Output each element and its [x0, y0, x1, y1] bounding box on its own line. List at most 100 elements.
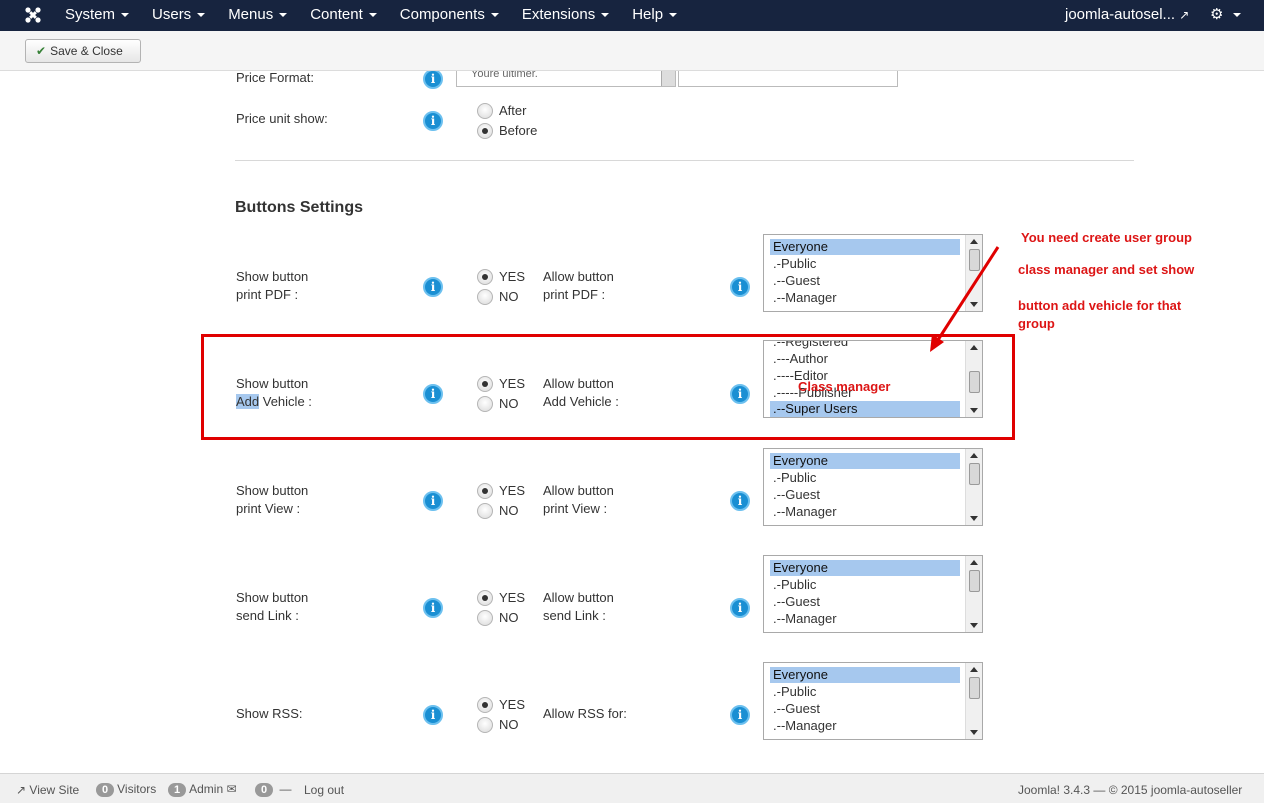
scroll-thumb[interactable] — [969, 677, 980, 699]
allow-print-view-label-2: print View : — [543, 501, 608, 516]
messages-count-badge: 0 — [255, 783, 274, 797]
visitors-status: 0 Visitors — [96, 782, 156, 797]
external-link-icon: ↗ — [1179, 8, 1190, 22]
show-send-link-label-1: Show button — [236, 590, 309, 605]
scroll-down-icon[interactable] — [970, 516, 978, 521]
save-close-label: Save & Close — [50, 44, 123, 58]
menu-content[interactable]: Content — [298, 0, 388, 31]
send-link-yes-radio[interactable] — [477, 590, 493, 606]
annotation-line-4: group — [1018, 316, 1055, 331]
print-view-yes-radio[interactable] — [477, 483, 493, 499]
menu-menus[interactable]: Menus — [216, 0, 298, 31]
list-item[interactable]: Everyone — [770, 667, 960, 683]
print-pdf-no-label: NO — [499, 289, 519, 304]
send-link-no-radio[interactable] — [477, 610, 493, 626]
scroll-up-icon[interactable] — [970, 667, 978, 672]
menu-extensions[interactable]: Extensions — [510, 0, 620, 31]
rss-no-radio[interactable] — [477, 717, 493, 733]
rss-no-label: NO — [499, 717, 519, 732]
scrollbar[interactable] — [965, 556, 982, 632]
visitors-label: Visitors — [117, 782, 157, 796]
allow-send-link-groups[interactable]: Everyone .-Public .--Guest .--Manager — [763, 555, 983, 633]
list-item[interactable]: .--Guest — [770, 594, 960, 610]
radio-before[interactable] — [477, 123, 493, 139]
radio-after-label: After — [499, 103, 527, 118]
settings-menu[interactable]: ⚙ — [1210, 0, 1242, 30]
price-format-select[interactable]: Youre ultimer. — [456, 71, 676, 87]
check-icon: ✔ — [36, 44, 47, 58]
scroll-up-icon[interactable] — [970, 560, 978, 565]
joomla-logo-icon[interactable] — [24, 6, 42, 24]
list-item[interactable]: .-Public — [770, 684, 960, 700]
print-view-no-radio[interactable] — [477, 503, 493, 519]
info-icon[interactable]: i — [730, 598, 750, 618]
scroll-thumb[interactable] — [969, 463, 980, 485]
gear-icon: ⚙ — [1210, 6, 1224, 23]
list-item[interactable]: .-Public — [770, 577, 960, 593]
scroll-down-icon[interactable] — [970, 623, 978, 628]
radio-after[interactable] — [477, 103, 493, 119]
list-item[interactable]: .--Manager — [770, 504, 960, 520]
caret-down-icon — [197, 13, 206, 18]
info-icon[interactable]: i — [730, 491, 750, 511]
allow-print-view-groups[interactable]: Everyone .-Public .--Guest .--Manager — [763, 448, 983, 526]
info-icon[interactable]: i — [730, 277, 750, 297]
menu-system[interactable]: System — [53, 0, 140, 31]
send-link-yes-label: YES — [499, 590, 526, 605]
save-close-button[interactable]: ✔ Save & Close — [25, 39, 141, 63]
toolbar: ✔ Save & Close — [0, 31, 1264, 71]
radio-before-label: Before — [499, 123, 538, 138]
scrollbar[interactable] — [965, 663, 982, 739]
divider — [235, 160, 1134, 161]
list-item[interactable]: .--Manager — [770, 718, 960, 734]
scroll-thumb[interactable] — [969, 570, 980, 592]
allow-send-link-label-2: send Link : — [543, 608, 606, 623]
list-item[interactable]: Everyone — [770, 453, 960, 469]
show-print-pdf-label-1: Show button — [236, 269, 309, 284]
rss-yes-radio[interactable] — [477, 697, 493, 713]
admin-count-badge: 1 — [168, 783, 187, 797]
list-item[interactable]: .--Manager — [770, 611, 960, 627]
scrollbar[interactable] — [965, 449, 982, 525]
info-icon[interactable]: i — [423, 71, 443, 89]
show-print-view-label-2: print View : — [236, 501, 301, 516]
info-icon[interactable]: i — [423, 705, 443, 725]
allow-rss-groups[interactable]: Everyone .-Public .--Guest .--Manager — [763, 662, 983, 740]
allow-print-view-label-1: Allow button — [543, 483, 614, 498]
site-link[interactable]: joomla-autosel... ↗ — [1065, 0, 1189, 30]
list-item[interactable]: .--Guest — [770, 701, 960, 717]
view-site-label: View Site — [29, 783, 80, 797]
external-link-icon: ↗ — [16, 783, 27, 797]
list-item[interactable]: Everyone — [770, 560, 960, 576]
menu-help[interactable]: Help — [620, 0, 688, 31]
messages-status[interactable]: 0 — — [255, 782, 291, 797]
info-icon[interactable]: i — [730, 705, 750, 725]
list-item[interactable]: .-Public — [770, 470, 960, 486]
print-pdf-yes-label: YES — [499, 269, 526, 284]
scroll-up-icon[interactable] — [970, 453, 978, 458]
info-icon[interactable]: i — [423, 598, 443, 618]
info-icon[interactable]: i — [423, 277, 443, 297]
logout-link[interactable]: Log out — [304, 783, 344, 797]
menu-components[interactable]: Components — [388, 0, 510, 31]
annotation-line-3: button add vehicle for that — [1018, 298, 1182, 313]
menu-content-label: Content — [310, 6, 363, 23]
show-send-link-label-2: send Link : — [236, 608, 299, 623]
print-pdf-yes-radio[interactable] — [477, 269, 493, 285]
print-pdf-no-radio[interactable] — [477, 289, 493, 305]
price-format-input[interactable] — [678, 71, 898, 87]
menu-users[interactable]: Users — [140, 0, 216, 31]
info-icon[interactable]: i — [423, 111, 443, 131]
caret-down-icon — [601, 13, 610, 18]
info-icon[interactable]: i — [423, 491, 443, 511]
annotation-line-2: class manager and set show — [1018, 262, 1195, 277]
menu-menus-label: Menus — [228, 6, 274, 23]
list-item[interactable]: .--Guest — [770, 487, 960, 503]
scroll-down-icon[interactable] — [970, 730, 978, 735]
status-bar: ↗ View Site 0 Visitors 1 Admin ✉ 0 — Log o… — [0, 773, 1264, 803]
envelope-icon: ✉ — [226, 782, 237, 796]
menu-system-label: System — [65, 6, 116, 23]
caret-down-icon — [279, 13, 288, 18]
view-site-link[interactable]: ↗ View Site — [16, 783, 79, 797]
show-print-view-label-1: Show button — [236, 483, 309, 498]
